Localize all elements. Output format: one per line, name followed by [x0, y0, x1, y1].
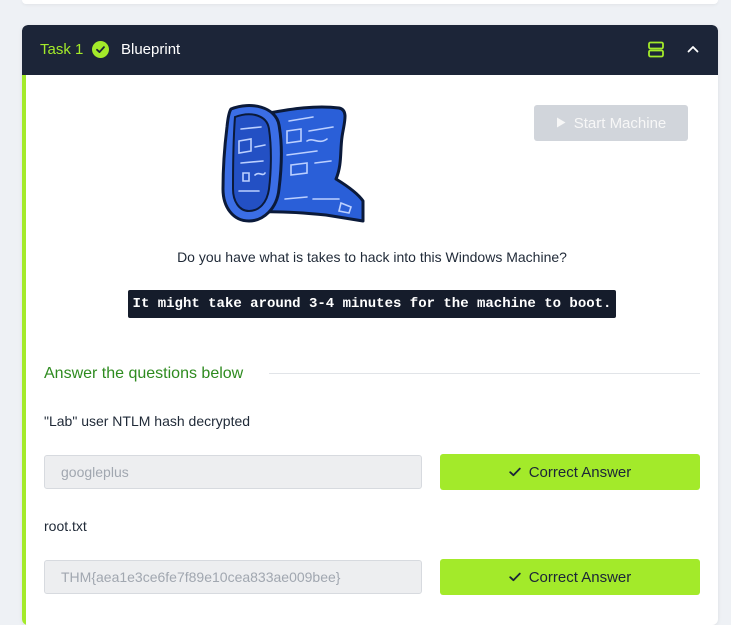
boot-note: It might take around 3-4 minutes for the… [26, 290, 718, 318]
check-circle-icon [92, 41, 109, 58]
divider [269, 373, 700, 374]
task-description: Do you have what is takes to hack into t… [177, 249, 567, 265]
task-header[interactable]: Task 1 Blueprint [22, 25, 718, 75]
split-view-icon[interactable] [648, 41, 664, 63]
answers-heading: Answer the questions below [44, 365, 244, 382]
task-body: Start Machine Do you have what is takes … [22, 75, 718, 625]
start-machine-label: Start Machine [573, 114, 667, 132]
play-icon [556, 115, 566, 132]
question-label: "Lab" user NTLM hash decrypted [44, 413, 251, 429]
task-card: Task 1 Blueprint Start Machine Do you ha… [22, 25, 718, 625]
chevron-up-icon[interactable] [686, 42, 700, 61]
check-icon [509, 572, 521, 582]
correct-answer-label: Correct Answer [528, 568, 632, 586]
correct-answer-button[interactable]: Correct Answer [440, 559, 700, 595]
answer-field[interactable]: googleplus [44, 455, 422, 489]
correct-answer-label: Correct Answer [528, 463, 632, 481]
task-number: Task 1 [40, 41, 84, 58]
question-label: root.txt [44, 518, 87, 534]
correct-answer-button[interactable]: Correct Answer [440, 454, 700, 490]
boot-note-code: It might take around 3-4 minutes for the… [127, 290, 617, 318]
task-title: Blueprint [121, 41, 181, 58]
previous-card-edge [22, 0, 718, 4]
check-icon [509, 467, 521, 477]
blueprint-scroll-image [221, 103, 365, 228]
start-machine-button[interactable]: Start Machine [534, 105, 688, 141]
answer-field[interactable]: THM{aea1e3ce6fe7f89e10cea833ae009bee} [44, 560, 422, 594]
